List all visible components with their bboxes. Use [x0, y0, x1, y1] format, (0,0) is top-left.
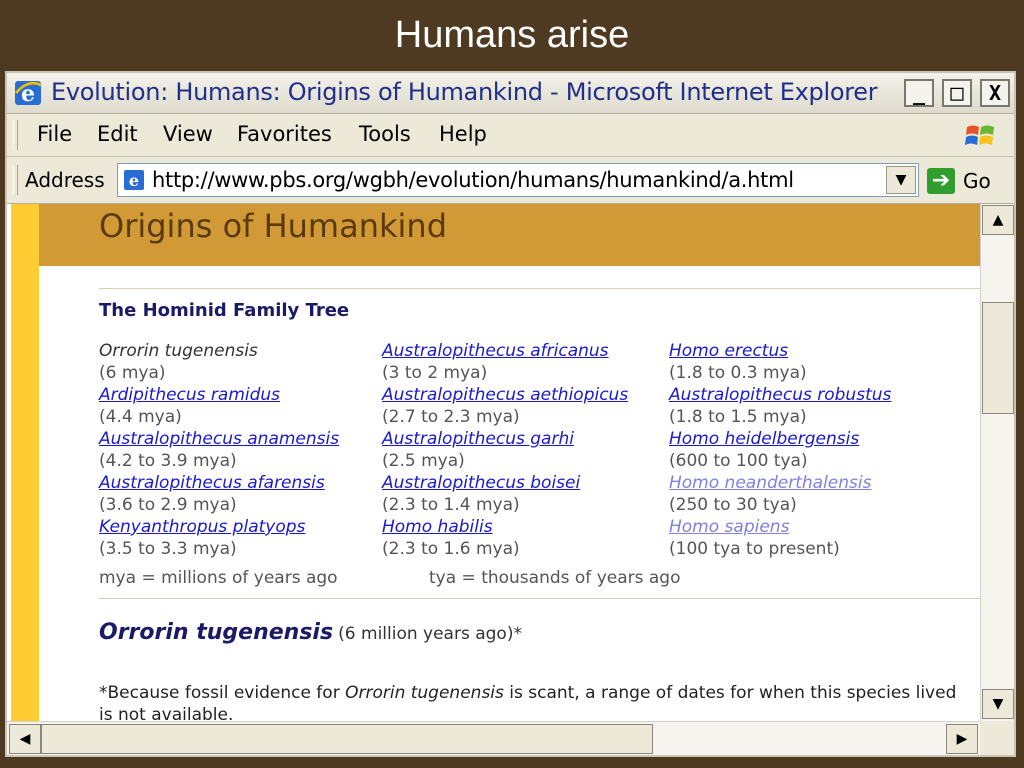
species-link[interactable]: Homo heidelbergensis — [669, 428, 891, 450]
species-range: (6 mya) — [99, 363, 166, 383]
species-link[interactable]: Kenyanthropus platyops — [99, 516, 339, 538]
windows-logo-icon — [965, 125, 994, 145]
arrow-down-icon: ▼ — [992, 696, 1004, 712]
family-tree-heading: The Hominid Family Tree — [99, 300, 350, 321]
slide-title: Humans arise — [394, 14, 630, 56]
scroll-up-button[interactable]: ▲ — [982, 205, 1014, 235]
address-bar: Address e http://www.pbs.org/wgbh/evolut… — [7, 157, 1014, 204]
species-link[interactable]: Australopithecus africanus — [382, 340, 628, 362]
go-label: Go — [963, 169, 991, 193]
menu-view[interactable]: View — [163, 122, 213, 146]
svg-text:e: e — [129, 171, 139, 190]
species-range: (2.5 mya) — [382, 451, 465, 471]
address-label: Address — [25, 168, 105, 192]
scroll-right-button[interactable]: ▶ — [946, 724, 978, 754]
maximize-button[interactable]: □ — [942, 79, 972, 107]
species-link[interactable]: Ardipithecus ramidus — [99, 384, 339, 406]
go-arrow-icon: ➔ — [927, 168, 955, 194]
toolbar-grip[interactable] — [13, 165, 18, 195]
go-button[interactable]: ➔ Go — [925, 165, 1005, 197]
browser-window: e Evolution: Humans: Origins of Humankin… — [5, 71, 1016, 757]
species-range: (1.8 to 1.5 mya) — [669, 407, 807, 427]
title-bar: e Evolution: Humans: Origins of Humankin… — [7, 73, 1014, 114]
legend-mya: mya = millions of years ago — [99, 568, 338, 588]
species-link[interactable]: Homo erectus — [669, 340, 891, 362]
species-column-1: Orrorin tugenensis (6 mya) Ardipithecus … — [99, 340, 339, 560]
species-range: (4.4 mya) — [99, 407, 182, 427]
section-title: Orrorin tugenensis (6 million years ago)… — [99, 620, 522, 645]
species-range: (100 tya to present) — [669, 539, 840, 559]
address-url: http://www.pbs.org/wgbh/evolution/humans… — [152, 168, 794, 192]
page-icon: e — [124, 170, 144, 190]
species-range: (4.2 to 3.9 mya) — [99, 451, 237, 471]
menu-edit[interactable]: Edit — [97, 122, 138, 146]
vertical-scrollbar[interactable]: ▲ ▼ — [980, 204, 1014, 721]
species-column-2: Australopithecus africanus (3 to 2 mya) … — [382, 340, 628, 560]
menu-file[interactable]: File — [37, 122, 72, 146]
menu-favorites[interactable]: Favorites — [237, 122, 332, 146]
menu-tools[interactable]: Tools — [359, 122, 411, 146]
scroll-left-button[interactable]: ◀ — [9, 724, 41, 754]
species-range: (3 to 2 mya) — [382, 363, 488, 383]
species-range: (1.8 to 0.3 mya) — [669, 363, 807, 383]
minimize-button[interactable]: _ — [904, 79, 934, 107]
legend-tya: tya = thousands of years ago — [429, 568, 681, 588]
species-range: (2.7 to 2.3 mya) — [382, 407, 520, 427]
arrow-right-icon: ▶ — [956, 731, 968, 747]
species-link[interactable]: Homo habilis — [382, 516, 628, 538]
species-link[interactable]: Australopithecus aethiopicus — [382, 384, 628, 406]
page-header: Origins of Humankind — [39, 204, 980, 266]
address-input[interactable]: e http://www.pbs.org/wgbh/evolution/huma… — [117, 163, 919, 197]
horizontal-scroll-thumb[interactable] — [41, 724, 653, 754]
side-stripe — [11, 204, 39, 721]
species-range: (3.6 to 2.9 mya) — [99, 495, 237, 515]
footnote: *Because fossil evidence for Orrorin tug… — [99, 682, 969, 721]
arrow-up-icon: ▲ — [992, 212, 1004, 228]
chevron-down-icon: ▼ — [895, 172, 907, 188]
species-range: (250 to 30 tya) — [669, 495, 797, 515]
species-link[interactable]: Australopithecus boisei — [382, 472, 628, 494]
species-range: (2.3 to 1.4 mya) — [382, 495, 520, 515]
footnote-species: Orrorin tugenensis — [345, 683, 504, 703]
species-link[interactable]: Homo sapiens — [669, 516, 891, 538]
vertical-scroll-thumb[interactable] — [982, 302, 1014, 414]
species-link[interactable]: Australopithecus afarensis — [99, 472, 339, 494]
internet-explorer-icon: e — [15, 81, 42, 107]
section-title-date: (6 million years ago)* — [338, 624, 522, 644]
menu-help[interactable]: Help — [439, 122, 487, 146]
species-range: (3.5 to 3.3 mya) — [99, 539, 237, 559]
species-column-3: Homo erectus (1.8 to 0.3 mya) Australopi… — [669, 340, 891, 560]
species-link[interactable]: Australopithecus anamensis — [99, 428, 339, 450]
species-range: (600 to 100 tya) — [669, 451, 808, 471]
page-content: Origins of Humankind The Hominid Family … — [7, 204, 980, 721]
scroll-down-button[interactable]: ▼ — [982, 689, 1014, 719]
page-heading: Origins of Humankind — [99, 207, 447, 245]
divider — [99, 598, 980, 599]
species-range: (2.3 to 1.6 mya) — [382, 539, 520, 559]
species-name: Orrorin tugenensis — [99, 341, 258, 361]
window-title: Evolution: Humans: Origins of Humankind … — [51, 78, 878, 106]
menu-bar: File Edit View Favorites Tools Help — [7, 114, 1014, 157]
footnote-text: *Because fossil evidence for — [99, 683, 346, 703]
scrollbar-corner — [980, 721, 1014, 755]
toolbar-grip[interactable] — [13, 120, 18, 150]
section-title-name: Orrorin tugenensis — [99, 620, 334, 645]
species-link[interactable]: Australopithecus robustus — [669, 384, 891, 406]
address-dropdown-button[interactable]: ▼ — [886, 166, 916, 194]
horizontal-scrollbar[interactable]: ◀ ▶ — [7, 721, 980, 755]
close-button[interactable]: X — [980, 79, 1010, 107]
arrow-left-icon: ◀ — [19, 731, 31, 747]
species-link[interactable]: Homo neanderthalensis — [669, 472, 891, 494]
species-link[interactable]: Australopithecus garhi — [382, 428, 628, 450]
divider — [99, 288, 980, 289]
